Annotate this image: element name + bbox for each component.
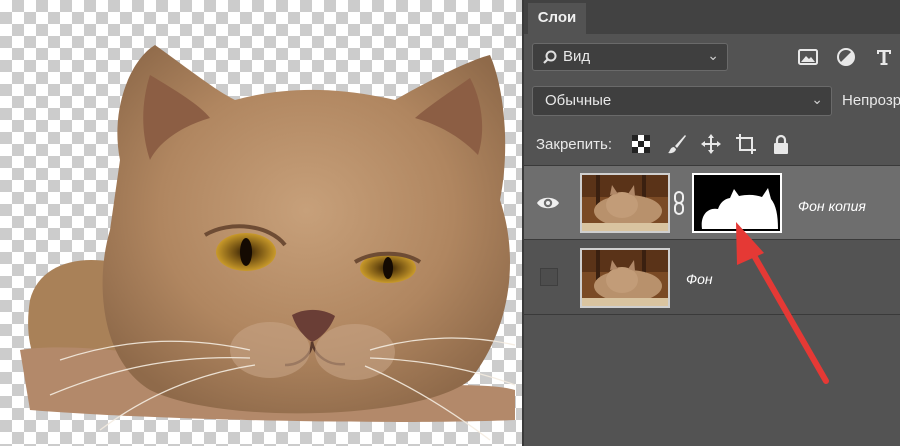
- blend-mode-dropdown[interactable]: Обычные ⌄: [532, 86, 832, 116]
- chevron-down-icon: ⌄: [707, 47, 719, 63]
- lock-image-pixels-icon[interactable]: [666, 133, 688, 155]
- lock-all-icon[interactable]: [770, 133, 792, 155]
- eye-icon[interactable]: [536, 192, 560, 214]
- layer-thumbnail[interactable]: [580, 248, 670, 308]
- cat-cutout-image: [20, 45, 516, 441]
- blend-mode-value: Обычные: [545, 92, 612, 109]
- layer-thumbnail[interactable]: [580, 173, 670, 233]
- lock-position-icon[interactable]: [700, 133, 722, 155]
- lock-artboard-icon[interactable]: [735, 133, 757, 155]
- lock-label: Закрепить:: [536, 136, 613, 153]
- filter-row: Вид ⌄: [524, 40, 900, 74]
- lock-transparent-pixels-icon[interactable]: [630, 133, 652, 155]
- opacity-label[interactable]: Непрозр: [842, 92, 900, 109]
- adjustment-filter-icon[interactable]: [834, 45, 858, 69]
- panel-tab-strip: Слои: [524, 0, 900, 34]
- document-canvas[interactable]: [0, 0, 522, 446]
- mask-silhouette-image: [694, 175, 780, 231]
- layer-name[interactable]: Фон: [686, 271, 713, 287]
- search-icon: [543, 50, 557, 64]
- layer-name[interactable]: Фон копия: [798, 198, 866, 214]
- lock-row: Закрепить:: [524, 128, 900, 160]
- visibility-toggle-off[interactable]: [540, 268, 558, 286]
- layer-row-background[interactable]: Фон: [524, 241, 900, 315]
- chevron-down-icon: ⌄: [811, 91, 823, 107]
- tab-layers[interactable]: Слои: [528, 3, 586, 34]
- filter-kind-dropdown[interactable]: Вид ⌄: [532, 43, 728, 71]
- layer-row-background-copy[interactable]: Фон копия: [524, 166, 900, 240]
- filter-kind-label: Вид: [563, 48, 591, 65]
- cat-thumbnail-image: [582, 175, 668, 231]
- image-filter-icon[interactable]: [796, 45, 820, 69]
- layer-mask-thumbnail[interactable]: [692, 173, 782, 233]
- cat-thumbnail-image: [582, 250, 668, 306]
- link-chain-icon[interactable]: [672, 190, 686, 216]
- layers-panel: Слои Вид ⌄ Обычные ⌄ Непрозр Закрепить:: [522, 0, 900, 446]
- type-filter-icon[interactable]: [872, 45, 896, 69]
